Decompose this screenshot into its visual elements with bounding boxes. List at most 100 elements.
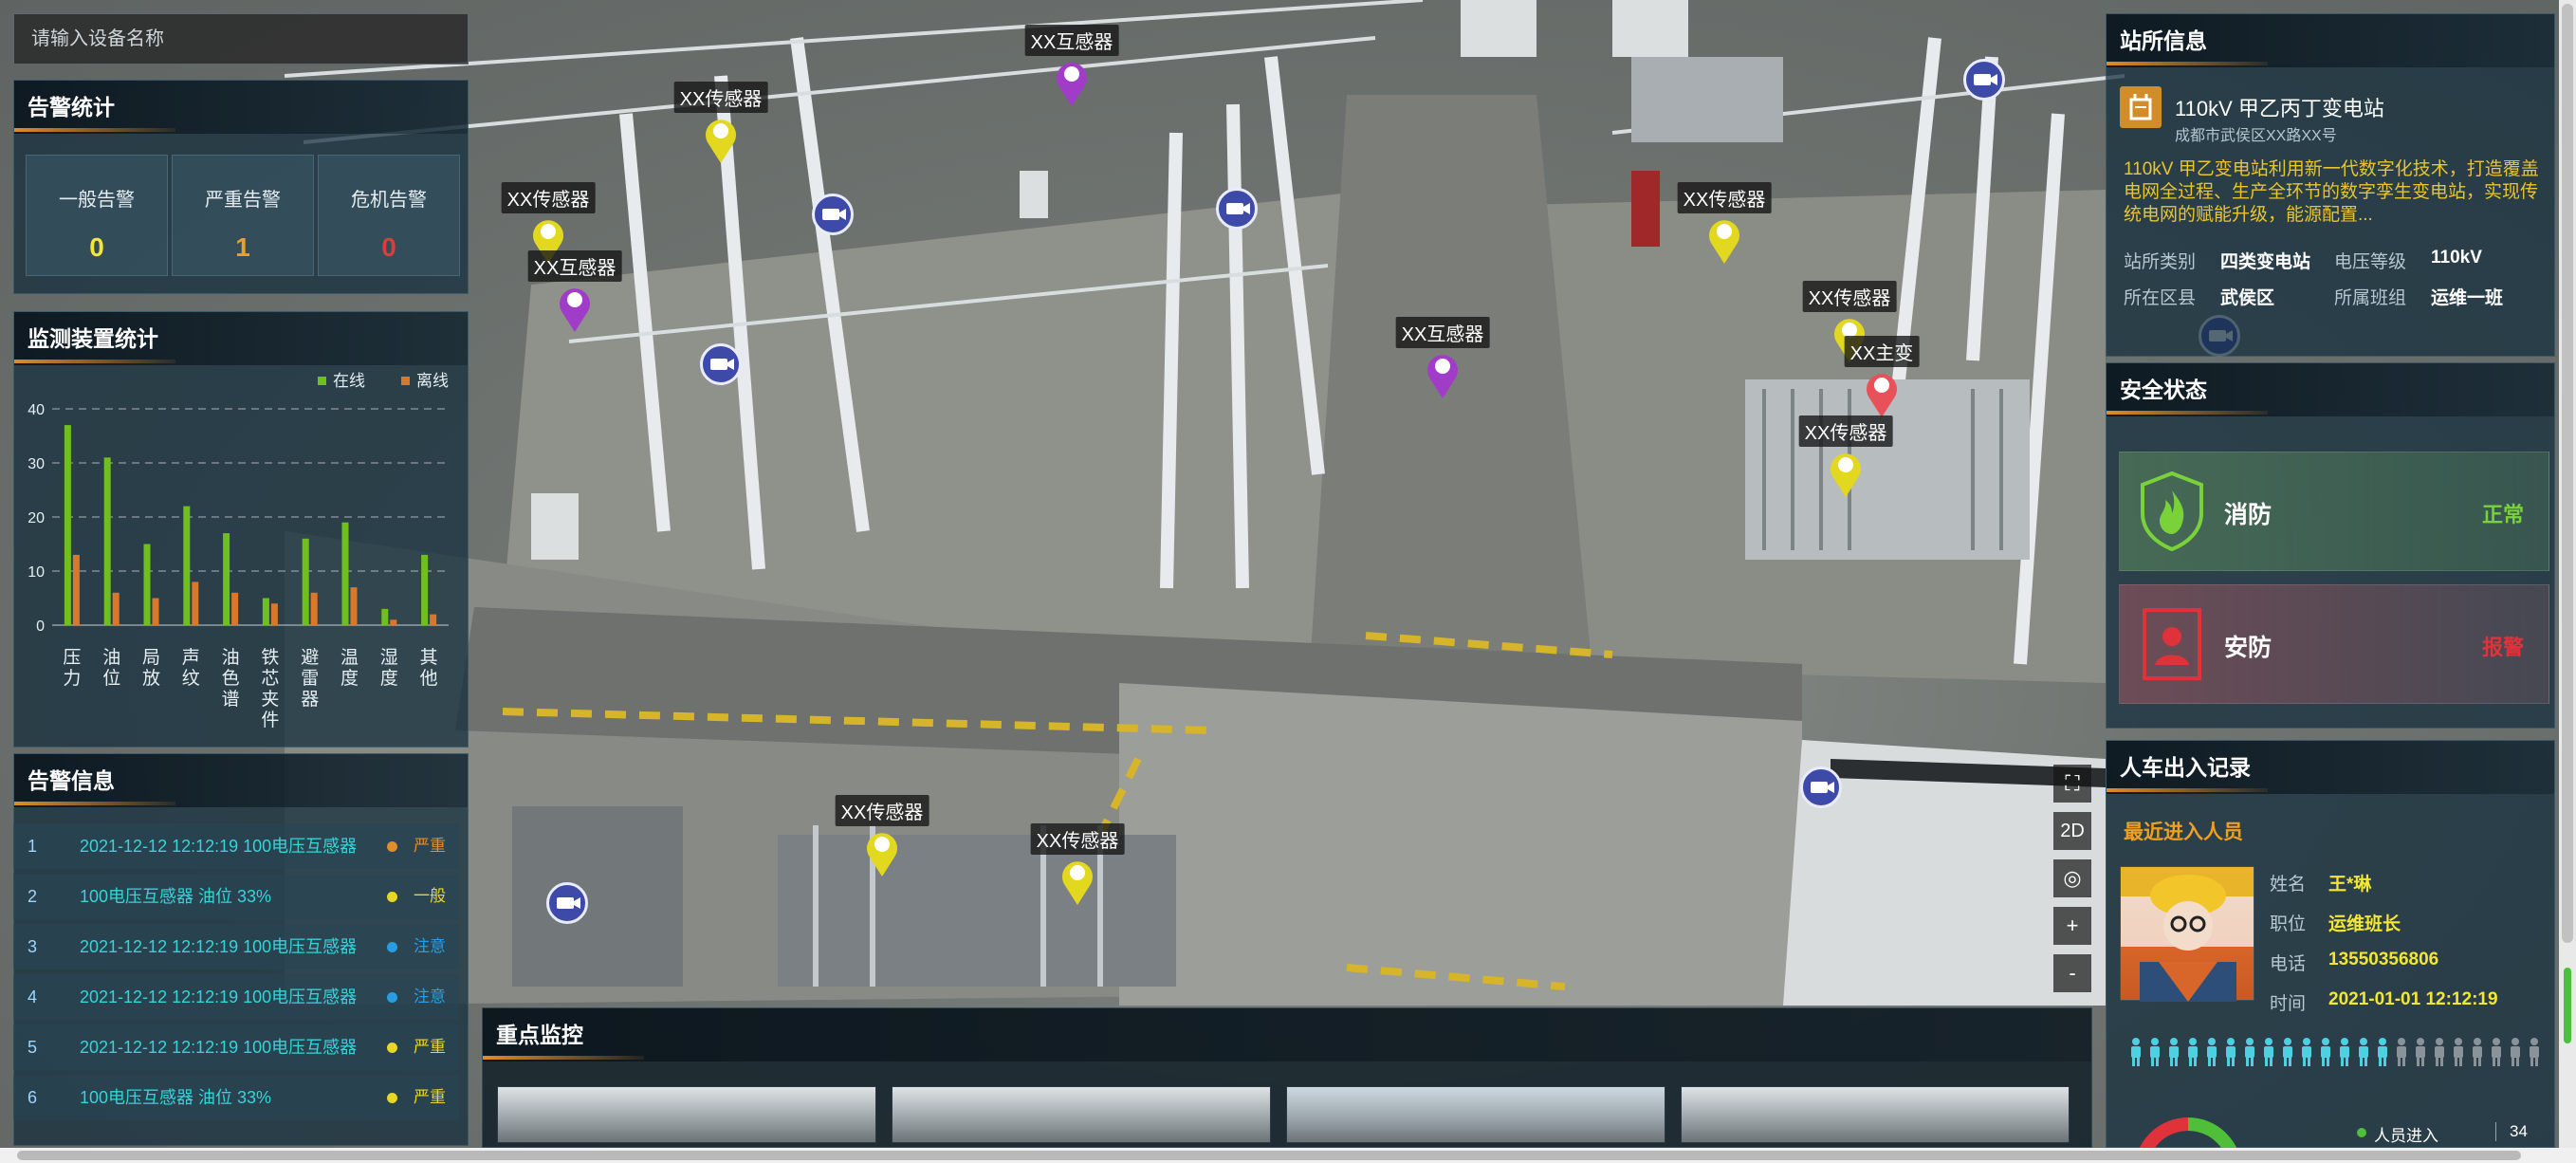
x-tick-label: 声: [182, 647, 200, 668]
alarm-level: 注意: [414, 988, 446, 1006]
person-icon: [2302, 1038, 2311, 1066]
monitor-thumbnail[interactable]: [497, 1086, 876, 1143]
alarm-level-dot: [387, 942, 397, 952]
bar: [103, 457, 111, 625]
stat-value: 0: [381, 232, 396, 262]
sensor-pin-icon: [1062, 861, 1093, 905]
bar: [270, 603, 278, 625]
marker-label: XX传感器: [501, 182, 596, 213]
alarm-message: 2021-12-12 12:12:19 100电压互感器: [80, 988, 358, 1006]
alarm-message: 2021-12-12 12:12:19 100电压互感器: [80, 1038, 358, 1057]
horizontal-scrollbar[interactable]: [0, 1148, 2576, 1163]
alarm-row[interactable]: 2 100电压互感器 油位 33% 一般: [13, 874, 459, 919]
person-icon: [2473, 1038, 2482, 1066]
x-tick-label: 纹: [182, 668, 200, 689]
x-tick-label: 谱: [222, 689, 240, 710]
voltage-value: 110kV: [2431, 248, 2482, 268]
monitor-thumbnail[interactable]: [1286, 1086, 1665, 1143]
main-transformer-pin-icon: [1867, 374, 1897, 417]
bar: [341, 522, 349, 625]
camera-icon[interactable]: [700, 343, 742, 385]
x-tick-label: 避: [301, 647, 319, 668]
marker-label: XX传感器: [1030, 823, 1125, 855]
x-tick-label: 湿: [380, 647, 398, 668]
monitor-thumbnail[interactable]: [892, 1086, 1271, 1143]
alarm-level: 严重: [414, 837, 446, 855]
person-icon: [2378, 1038, 2387, 1066]
stat-value: 0: [89, 232, 104, 262]
security-row[interactable]: 安防 报警: [2119, 584, 2549, 704]
x-tick-label: 度: [340, 668, 359, 689]
zoom-out-button[interactable]: -: [2053, 954, 2091, 992]
bar: [143, 544, 151, 625]
locate-button[interactable]: ◎: [2053, 859, 2091, 897]
alarm-row[interactable]: 1 2021-12-12 12:12:19 100电压互感器 严重: [13, 823, 459, 869]
person-icon: [2245, 1038, 2254, 1066]
person-icon: [2492, 1038, 2501, 1066]
2d-toggle-button[interactable]: 2D: [2053, 812, 2091, 850]
bar: [64, 425, 71, 625]
marker-label: XX传感器: [1677, 182, 1772, 213]
transformer-pin-icon: [560, 288, 590, 332]
bar: [183, 506, 191, 625]
station-info-panel: 站所信息 110kV 甲乙丙丁变电站 成都市武侯区XX路XX号 110kV 甲乙…: [2106, 13, 2555, 357]
alarm-level-dot: [387, 992, 397, 1003]
camera-icon[interactable]: [1800, 766, 1842, 808]
marker-label: XX主变: [1844, 336, 1920, 367]
bar: [381, 608, 389, 625]
monitor-thumbnail[interactable]: [1681, 1086, 2070, 1143]
x-tick-label: 夹: [261, 689, 279, 710]
search-input[interactable]: 请输入设备名称: [13, 13, 469, 65]
recent-entry-subtitle: 最近进入人员: [2124, 821, 2243, 843]
station-type-label: 站所类别: [2124, 252, 2197, 272]
x-tick-label: 雷: [301, 669, 319, 689]
device-stats-chart: 在线 离线010203040压力油位局放声纹油色谱铁芯夹件避雷器温度湿度其他: [28, 372, 449, 730]
person-icon: [2454, 1038, 2463, 1066]
x-tick-label: 度: [380, 668, 398, 689]
camera-icon[interactable]: [546, 882, 588, 924]
person-icon: [2207, 1038, 2217, 1066]
person-icon: [2283, 1038, 2292, 1066]
alarm-message: 2021-12-12 12:12:19 100电压互感器: [80, 937, 358, 956]
station-description: 110kV 甲乙变电站利用新一代数字化技术，打造覆盖电网全过程、生产全环节的数字…: [2124, 159, 2539, 225]
critical-alarm-card[interactable]: 危机告警 0: [318, 155, 460, 276]
camera-icon[interactable]: [1963, 59, 2005, 101]
alarm-number: 5: [27, 1038, 37, 1057]
serious-alarm-card[interactable]: 严重告警 1: [172, 155, 314, 276]
alarm-message: 100电压互感器 油位 33%: [80, 887, 272, 906]
district-label: 所在区县: [2124, 288, 2197, 308]
alarm-row[interactable]: 5 2021-12-12 12:12:19 100电压互感器 严重: [13, 1025, 459, 1070]
marker-label: XX互感器: [1024, 25, 1119, 56]
x-tick-label: 他: [420, 668, 438, 689]
legend-swatch: [318, 377, 326, 385]
alarm-row[interactable]: 3 2021-12-12 12:12:19 100电压互感器 注意: [13, 924, 459, 969]
legend-swatch: [401, 377, 410, 385]
fullscreen-button[interactable]: ⛶: [2053, 765, 2091, 803]
alarm-row[interactable]: 6 100电压互感器 油位 33% 严重: [13, 1075, 459, 1120]
vertical-scrollbar[interactable]: [2559, 0, 2576, 1148]
x-tick-label: 温: [340, 647, 359, 668]
alarm-message: 100电压互感器 油位 33%: [80, 1088, 272, 1107]
x-tick-label: 器: [301, 690, 319, 710]
legend-label: 离线: [416, 372, 449, 390]
alarm-row[interactable]: 4 2021-12-12 12:12:19 100电压互感器 注意: [13, 974, 459, 1020]
security-status: 报警: [2481, 636, 2524, 659]
marker-label: XX传感器: [835, 795, 929, 826]
bar: [310, 592, 318, 625]
stat-label: 严重告警: [205, 190, 281, 211]
alarm-level: 注意: [414, 937, 446, 955]
zoom-in-button[interactable]: +: [2053, 907, 2091, 945]
person-icon: [2435, 1038, 2444, 1066]
y-tick-label: 20: [28, 510, 45, 526]
camera-icon[interactable]: [1216, 188, 1258, 230]
x-tick-label: 件: [261, 710, 279, 730]
avatar: [2120, 866, 2254, 1002]
camera-icon[interactable]: [812, 194, 854, 235]
fire-safety-row[interactable]: 消防 正常: [2119, 452, 2549, 571]
alarm-number: 1: [27, 837, 37, 856]
x-tick-label: 色: [222, 668, 240, 689]
station-type-value: 四类变电站: [2220, 252, 2311, 272]
x-tick-label: 力: [63, 668, 81, 689]
person-icon: [2397, 1038, 2406, 1066]
general-alarm-card[interactable]: 一般告警 0: [26, 155, 168, 276]
